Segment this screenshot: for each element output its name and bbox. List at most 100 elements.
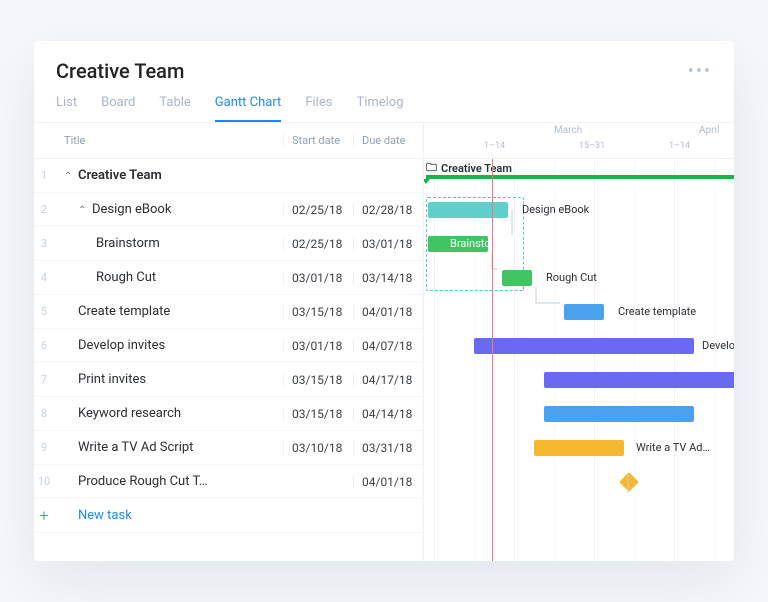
- task-title: Produce Rough Cut T…: [78, 474, 208, 489]
- gantt-bar-row: [424, 363, 734, 397]
- tab-timelog[interactable]: Timelog: [356, 95, 403, 122]
- due-date-cell[interactable]: 04/14/18: [353, 407, 423, 421]
- more-menu-button[interactable]: •••: [688, 61, 712, 82]
- tab-table[interactable]: Table: [159, 95, 190, 122]
- app-card: Creative Team ••• List Board Table Gantt…: [34, 41, 734, 561]
- gantt-bar[interactable]: [544, 406, 694, 422]
- task-title-cell[interactable]: Brainstorm: [54, 236, 283, 251]
- due-date-cell[interactable]: 03/01/18: [353, 237, 423, 251]
- gantt-bar[interactable]: [474, 338, 694, 354]
- header: Creative Team •••: [34, 41, 734, 83]
- row-number: 6: [34, 339, 54, 352]
- table-row[interactable]: 2⌃Design eBook02/25/1802/28/18: [34, 193, 423, 227]
- task-title-cell[interactable]: ⌃ Design eBook: [54, 202, 283, 217]
- start-date-cell[interactable]: 03/15/18: [283, 305, 353, 319]
- table-row[interactable]: 5Create template03/15/1804/01/18: [34, 295, 423, 329]
- task-title: Creative Team: [78, 168, 162, 183]
- new-task-row[interactable]: +New task: [34, 499, 423, 533]
- row-number: 5: [34, 305, 54, 318]
- gantt-bar[interactable]: [502, 270, 532, 286]
- column-due[interactable]: Due date: [353, 134, 423, 147]
- gantt-bar[interactable]: [544, 372, 734, 388]
- gantt-bar-row: Design eBook: [424, 193, 734, 227]
- task-title-cell[interactable]: Keyword research: [54, 406, 283, 421]
- start-date-cell[interactable]: 03/15/18: [283, 407, 353, 421]
- due-date-cell[interactable]: 04/01/18: [353, 305, 423, 319]
- task-title: Write a TV Ad Script: [78, 440, 193, 455]
- gantt-bar-row: Create template: [424, 295, 734, 329]
- start-date-cell[interactable]: 02/25/18: [283, 237, 353, 251]
- row-number: 9: [34, 441, 54, 454]
- gantt-bar-label: Develop…: [696, 338, 734, 354]
- task-title-cell[interactable]: ⌃ Creative Team: [54, 168, 283, 183]
- row-number: 1: [34, 169, 54, 182]
- gantt-bar-row: Brainstorm: [424, 227, 734, 261]
- gantt-group-bar[interactable]: [426, 175, 734, 179]
- gantt-month-label: April: [699, 125, 719, 136]
- task-title-cell[interactable]: Produce Rough Cut T…: [54, 474, 283, 489]
- start-date-cell[interactable]: 03/01/18: [283, 339, 353, 353]
- gantt-bar-row: [424, 397, 734, 431]
- gantt-milestone[interactable]: [619, 472, 639, 492]
- row-number: 7: [34, 373, 54, 386]
- due-date-cell[interactable]: 03/31/18: [353, 441, 423, 455]
- due-date-cell[interactable]: 03/14/18: [353, 271, 423, 285]
- due-date-cell[interactable]: 04/17/18: [353, 373, 423, 387]
- start-date-cell[interactable]: 03/01/18: [283, 271, 353, 285]
- task-title-cell[interactable]: Write a TV Ad Script: [54, 440, 283, 455]
- task-title: Design eBook: [92, 202, 171, 217]
- rows-container: 1⌃Creative Team2⌃Design eBook02/25/1802/…: [34, 159, 423, 561]
- chevron-down-icon[interactable]: ⌃: [64, 171, 74, 182]
- table-row[interactable]: 1 ⌃ Creative Team: [34, 159, 423, 193]
- tabs: List Board Table Gantt Chart Files Timel…: [34, 83, 734, 123]
- tab-list[interactable]: List: [56, 95, 77, 122]
- due-date-cell[interactable]: 02/28/18: [353, 203, 423, 217]
- column-title[interactable]: Title: [54, 134, 283, 147]
- start-date-cell[interactable]: 02/25/18: [283, 203, 353, 217]
- plus-icon[interactable]: +: [34, 506, 54, 525]
- row-number: 4: [34, 271, 54, 284]
- tab-files[interactable]: Files: [305, 95, 332, 122]
- gantt-bar-label: Brainstorm: [444, 236, 504, 252]
- task-title: Develop invites: [78, 338, 165, 353]
- gantt-today-line: [492, 159, 493, 561]
- gantt-bar-label: Create template: [612, 304, 696, 320]
- tab-board[interactable]: Board: [101, 95, 135, 122]
- gantt-range-label: 15–31: [579, 141, 605, 151]
- table-row[interactable]: 6 Develop invites 03/01/1804/07/18: [34, 329, 423, 363]
- table-row[interactable]: 8Keyword research03/15/1804/14/18: [34, 397, 423, 431]
- task-title-cell[interactable]: Develop invites: [54, 338, 283, 353]
- due-date-cell[interactable]: 04/01/18: [353, 475, 423, 489]
- table-row[interactable]: 4Rough Cut03/01/1803/14/18: [34, 261, 423, 295]
- gantt-area[interactable]: MarchApril 1–1415–311–14 🗀Creative TeamD…: [424, 123, 734, 561]
- gantt-bar[interactable]: [428, 202, 508, 218]
- table-row[interactable]: 9 Write a TV Ad Script 03/10/1803/31/18: [34, 431, 423, 465]
- task-title: Brainstorm: [96, 236, 160, 251]
- start-date-cell[interactable]: 03/10/18: [283, 441, 353, 455]
- row-number: 3: [34, 237, 54, 250]
- gantt-body[interactable]: 🗀Creative TeamDesign eBook Brainstorm Roug…: [424, 159, 734, 561]
- chevron-down-icon[interactable]: ⌃: [78, 205, 88, 216]
- content: Title Start date Due date 1 ⌃ Creative Tea…: [34, 123, 734, 561]
- table-row[interactable]: 7 Print invites 03/15/1804/17/18: [34, 363, 423, 397]
- table-row[interactable]: 10 Produce Rough Cut T… 04/01/18: [34, 465, 423, 499]
- gantt-bar[interactable]: [534, 440, 624, 456]
- row-number: 8: [34, 407, 54, 420]
- column-start[interactable]: Start date: [283, 134, 353, 147]
- gantt-bar-row: [424, 465, 734, 499]
- task-title-cell[interactable]: Create template: [54, 304, 283, 319]
- due-date-cell[interactable]: 04/07/18: [353, 339, 423, 353]
- gantt-bar[interactable]: [564, 304, 604, 320]
- new-task-label[interactable]: New task: [54, 508, 283, 523]
- task-title-cell[interactable]: Print invites: [54, 372, 283, 387]
- task-title-cell[interactable]: Rough Cut: [54, 270, 283, 285]
- gantt-bar-label: Rough Cut: [540, 270, 597, 286]
- row-number: 10: [34, 475, 54, 488]
- gantt-group-row[interactable]: 🗀Creative Team: [424, 159, 734, 193]
- tab-gantt-chart[interactable]: Gantt Chart: [215, 95, 282, 122]
- table-row[interactable]: 3 Brainstorm 02/25/1803/01/18: [34, 227, 423, 261]
- task-title: Print invites: [78, 372, 146, 387]
- start-date-cell[interactable]: 03/15/18: [283, 373, 353, 387]
- gantt-bar-row: Write a TV Ad…: [424, 431, 734, 465]
- gantt-bar-row: Rough Cut: [424, 261, 734, 295]
